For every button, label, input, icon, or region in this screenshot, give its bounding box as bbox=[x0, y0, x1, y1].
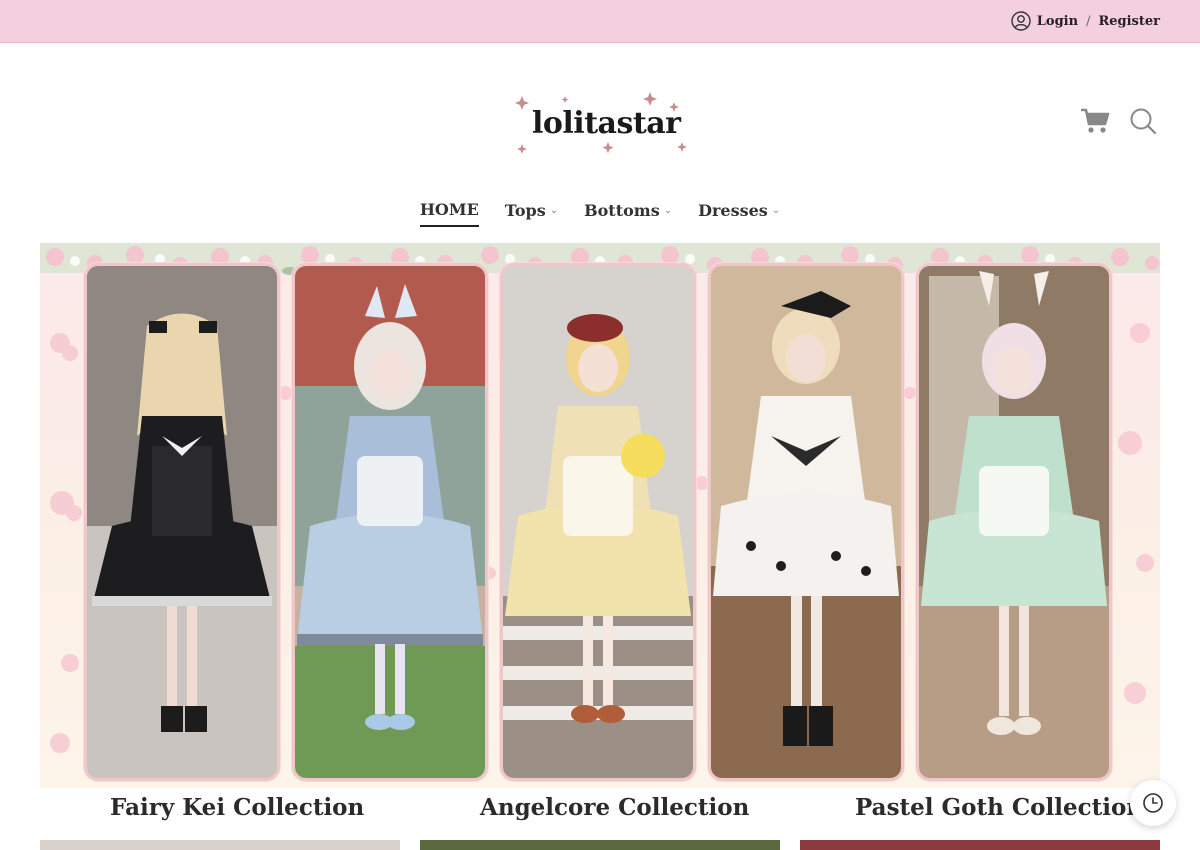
collection-thumbnail[interactable] bbox=[420, 840, 780, 850]
model-illustration bbox=[711, 266, 901, 778]
search-icon bbox=[1130, 108, 1157, 135]
site-logo[interactable]: lolitastar bbox=[510, 88, 700, 160]
chevron-down-icon: ⌄ bbox=[549, 205, 559, 216]
history-button[interactable] bbox=[1130, 780, 1176, 826]
account-separator: / bbox=[1086, 13, 1091, 29]
collection-thumbnails bbox=[0, 840, 1200, 850]
collection-title[interactable]: Pastel Goth Collection bbox=[855, 794, 1143, 821]
nav-item-label: Dresses bbox=[698, 201, 768, 220]
clock-history-icon bbox=[1143, 793, 1163, 813]
cart-button[interactable] bbox=[1078, 104, 1112, 138]
model-photo-white-dress[interactable] bbox=[708, 263, 904, 781]
cart-icon bbox=[1081, 108, 1110, 133]
login-link[interactable]: Login bbox=[1037, 14, 1078, 29]
chevron-down-icon: ⌄ bbox=[771, 205, 781, 216]
model-illustration bbox=[87, 266, 277, 778]
hero-banner[interactable] bbox=[40, 243, 1160, 788]
chevron-down-icon: ⌄ bbox=[663, 205, 673, 216]
collection-thumbnail[interactable] bbox=[40, 840, 400, 850]
main-nav: HOME Tops ⌄ Bottoms ⌄ Dresses ⌄ bbox=[0, 200, 1200, 227]
logo-text: lolitastar bbox=[532, 106, 681, 141]
model-photo-black-dress[interactable] bbox=[84, 263, 280, 781]
nav-item-tops[interactable]: Tops ⌄ bbox=[505, 200, 558, 227]
collection-titles: Fairy Kei Collection Angelcore Collectio… bbox=[40, 792, 1160, 828]
model-illustration bbox=[295, 266, 485, 778]
register-link[interactable]: Register bbox=[1098, 14, 1160, 29]
model-photo-yellow-dress[interactable] bbox=[500, 263, 696, 781]
user-icon[interactable] bbox=[1011, 11, 1031, 31]
header-icons bbox=[1078, 104, 1160, 138]
model-illustration bbox=[503, 266, 693, 778]
collection-title[interactable]: Fairy Kei Collection bbox=[110, 794, 364, 821]
nav-item-home[interactable]: HOME bbox=[419, 200, 479, 227]
nav-item-bottoms[interactable]: Bottoms ⌄ bbox=[584, 200, 672, 227]
model-photo-mint-dress[interactable] bbox=[916, 263, 1112, 781]
nav-item-label: HOME bbox=[419, 200, 479, 219]
top-bar: Login / Register bbox=[0, 0, 1200, 43]
model-illustration bbox=[919, 266, 1109, 778]
nav-item-label: Bottoms bbox=[584, 201, 660, 220]
collection-thumbnail[interactable] bbox=[800, 840, 1160, 850]
search-button[interactable] bbox=[1126, 104, 1160, 138]
account-links: Login / Register bbox=[1011, 11, 1160, 31]
nav-item-dresses[interactable]: Dresses ⌄ bbox=[698, 200, 780, 227]
nav-item-label: Tops bbox=[504, 201, 546, 220]
collection-title[interactable]: Angelcore Collection bbox=[480, 794, 749, 821]
model-photo-blue-dress[interactable] bbox=[292, 263, 488, 781]
